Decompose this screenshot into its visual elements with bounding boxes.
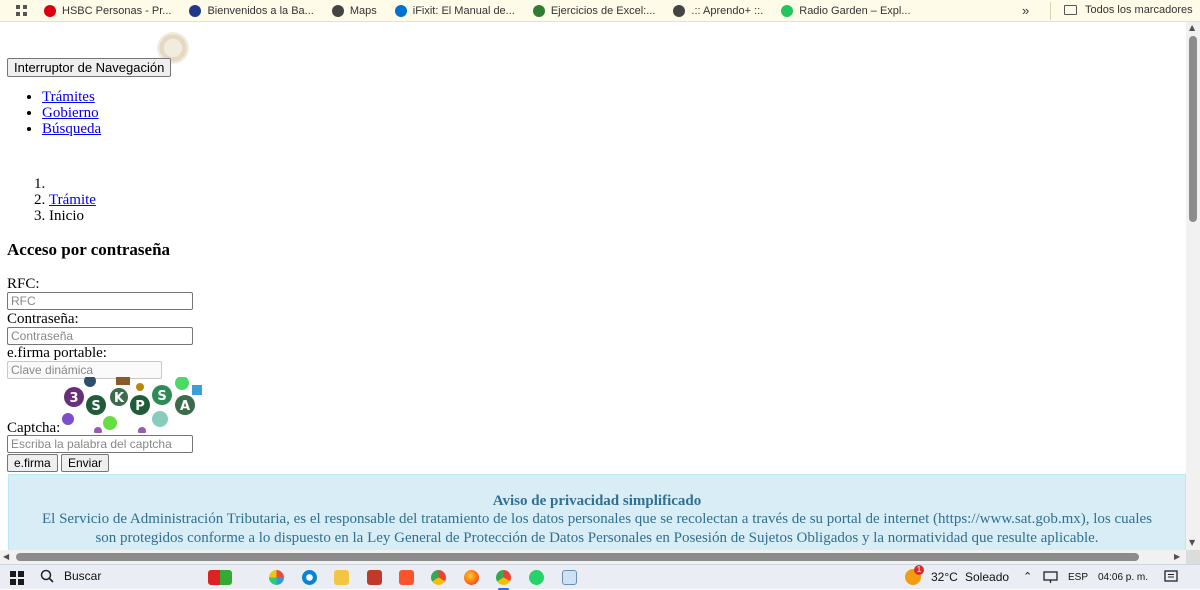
all-bookmarks-button[interactable]: Todos los marcadores	[1064, 4, 1193, 16]
nav-item: Trámites	[42, 89, 101, 105]
language-indicator[interactable]: ESP	[1068, 572, 1088, 583]
weather-badge: 1	[914, 565, 924, 575]
bookmark-label: Radio Garden – Expl...	[799, 4, 911, 17]
bookmark-item[interactable]: Ejercicios de Excel:...	[532, 4, 656, 17]
bookmark-favicon-icon	[394, 4, 407, 17]
brave-browser-icon[interactable]	[399, 570, 414, 585]
bookmark-label: iFixit: El Manual de...	[412, 4, 515, 17]
vertical-scroll-thumb[interactable]	[1189, 36, 1197, 222]
weather-text[interactable]: Soleado	[965, 570, 1009, 584]
page-content: Interruptor de Navegación Trámites Gobie…	[0, 22, 1186, 550]
privacy-notice-title: Aviso de privacidad simplificado	[492, 493, 702, 509]
captcha-input[interactable]: Escriba la palabra del captcha	[7, 435, 193, 453]
apps-grid-icon[interactable]	[0, 4, 44, 17]
efirma-button[interactable]: e.firma	[7, 454, 58, 472]
widget-icon[interactable]	[208, 570, 232, 585]
privacy-notice-line-2: son protegidos conforme a lo dispuesto e…	[95, 530, 1099, 546]
clock-time[interactable]: 04:06 p. m.	[1098, 572, 1148, 583]
bookmark-item[interactable]: iFixit: El Manual de...	[394, 4, 515, 17]
bookmark-favicon-icon	[532, 4, 545, 17]
efirma-label: e.firma portable:	[7, 345, 107, 361]
chrome-icon[interactable]	[431, 570, 446, 585]
scroll-up-icon[interactable]: ▲	[1189, 23, 1195, 32]
notifications-icon[interactable]	[1164, 570, 1178, 584]
bookmark-label: Maps	[349, 4, 377, 17]
nav-link-tramites[interactable]: Trámites	[42, 89, 95, 105]
more-bookmarks-icon[interactable]: »	[1022, 3, 1029, 18]
bookmarks-separator	[1050, 2, 1051, 20]
scroll-left-icon[interactable]: ◀	[3, 552, 9, 561]
chevron-up-icon[interactable]: ⌃	[1023, 570, 1032, 583]
captcha-char-4: P	[135, 399, 145, 414]
breadcrumb-current: Inicio	[49, 208, 96, 224]
bookmark-favicon-icon	[44, 4, 56, 17]
windows-taskbar: Buscar 1 32°C Soleado ⌃ ESP 04:06 p. m.	[0, 564, 1200, 590]
captcha-char-2: S	[91, 399, 100, 414]
bookmark-label: Ejercicios de Excel:...	[550, 4, 656, 17]
breadcrumb: Trámite Inicio	[0, 176, 96, 224]
bookmark-favicon-icon	[331, 4, 344, 17]
bookmark-label: HSBC Personas - Pr...	[62, 4, 172, 17]
search-icon	[40, 569, 54, 583]
nav-toggle-button[interactable]: Interruptor de Navegación	[7, 58, 172, 77]
captcha-char-6: A	[180, 399, 190, 414]
scroll-down-icon[interactable]: ▼	[1189, 538, 1195, 547]
vertical-scrollbar[interactable]: ▲ ▼	[1186, 22, 1200, 550]
privacy-notice-line-1: El Servicio de Administración Tributaria…	[42, 511, 1152, 527]
chrome-active-icon[interactable]	[496, 570, 511, 590]
breadcrumb-item-home	[49, 176, 96, 192]
bookmark-item[interactable]: .:: Aprendo+ ::.	[673, 4, 764, 17]
breadcrumb-link-tramite[interactable]: Trámite	[49, 192, 96, 208]
rfc-label: RFC:	[7, 276, 40, 292]
weather-sun-icon[interactable]: 1	[905, 565, 924, 585]
captcha-char-5: S	[157, 389, 166, 404]
captcha-label: Captcha:	[7, 420, 61, 436]
bookmarks-bar: HSBC Personas - Pr... Bienvenidos a la Ba…	[0, 0, 1200, 22]
scrollbar-corner	[1186, 550, 1200, 564]
temperature-text[interactable]: 32°C	[931, 570, 958, 584]
folder-icon	[1064, 5, 1077, 15]
password-input[interactable]: Contraseña	[7, 327, 193, 345]
captcha-image: 3 S K P S A	[62, 377, 202, 433]
bookmark-item[interactable]: Maps	[331, 4, 377, 17]
office-app-icon[interactable]	[367, 570, 382, 585]
nav-link-busqueda[interactable]: Búsqueda	[42, 121, 101, 137]
privacy-notice: Aviso de privacidad simplificado El Serv…	[8, 474, 1186, 550]
nav-item: Búsqueda	[42, 121, 101, 137]
breadcrumb-item: Trámite	[49, 192, 96, 208]
bookmark-favicon-icon	[781, 4, 794, 17]
main-nav: Trámites Gobierno Búsqueda	[0, 89, 101, 137]
network-icon[interactable]	[1043, 570, 1058, 584]
bookmark-label: .:: Aprendo+ ::.	[691, 4, 764, 17]
all-bookmarks-label: Todos los marcadores	[1085, 4, 1193, 16]
bookmark-item[interactable]: HSBC Personas - Pr...	[44, 4, 172, 17]
nav-item: Gobierno	[42, 105, 101, 121]
bookmark-favicon-icon	[673, 4, 686, 17]
bookmark-favicon-icon	[189, 4, 202, 17]
captcha-char-3: K	[114, 391, 125, 406]
form-title: Acceso por contraseña	[7, 240, 171, 259]
bookmark-item[interactable]: Radio Garden – Expl...	[781, 4, 911, 17]
notepad-icon[interactable]	[562, 570, 577, 585]
copilot-icon[interactable]	[269, 570, 284, 585]
rfc-input[interactable]: RFC	[7, 292, 193, 310]
password-label: Contraseña:	[7, 311, 79, 327]
whatsapp-icon[interactable]	[529, 570, 544, 585]
submit-button[interactable]: Enviar	[61, 454, 110, 472]
nav-link-gobierno[interactable]: Gobierno	[42, 105, 99, 121]
captcha-char-1: 3	[69, 391, 78, 406]
file-explorer-icon[interactable]	[334, 570, 349, 585]
firefox-icon[interactable]	[464, 570, 479, 585]
scroll-right-icon[interactable]: ▶	[1174, 552, 1180, 561]
horizontal-scrollbar[interactable]: ◀ ▶	[0, 550, 1186, 564]
bookmark-label: Bienvenidos a la Ba...	[207, 4, 314, 17]
taskbar-search-label: Buscar	[64, 569, 102, 583]
bookmark-item[interactable]: Bienvenidos a la Ba...	[189, 4, 314, 17]
horizontal-scroll-thumb[interactable]	[16, 553, 1139, 561]
taskbar-search[interactable]: Buscar	[40, 569, 101, 583]
windows-start-icon[interactable]	[10, 571, 24, 585]
edge-browser-icon[interactable]	[302, 570, 317, 585]
